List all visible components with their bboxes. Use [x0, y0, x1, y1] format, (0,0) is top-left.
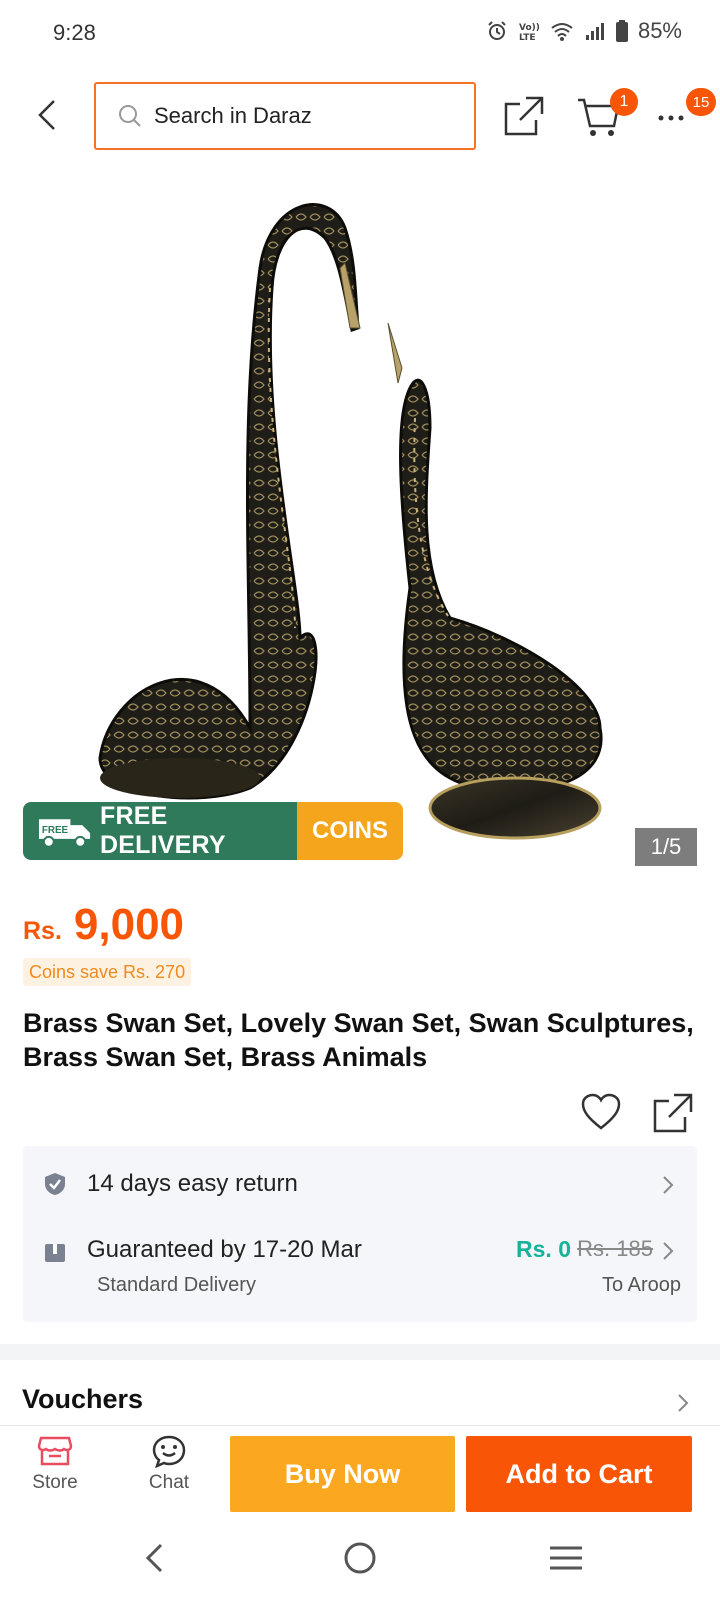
coins-section: COINS [297, 802, 403, 860]
cart-count-badge: 1 [610, 88, 638, 116]
wishlist-button[interactable] [580, 1092, 622, 1132]
delivery-destination: To Aroop [602, 1274, 681, 1296]
share-button[interactable] [502, 94, 546, 138]
free-badge-text: FREE [42, 825, 69, 836]
price-currency: Rs. [23, 917, 62, 945]
product-share-button[interactable] [652, 1092, 694, 1134]
chat-label: Chat [148, 1472, 190, 1493]
nav-home-icon [344, 1542, 376, 1574]
battery-icon [615, 20, 628, 42]
return-policy-row[interactable]: 14 days easy return [23, 1146, 697, 1226]
alarm-icon [486, 20, 508, 42]
product-image[interactable] [0, 168, 720, 868]
free-delivery-banner: FREE FREE DELIVERY COINS [23, 802, 403, 860]
vouchers-title[interactable]: Vouchers [22, 1384, 143, 1415]
status-icons: Vo)) LTE 85% [486, 18, 682, 44]
store-icon [37, 1436, 73, 1466]
nav-recents-button[interactable] [544, 1536, 588, 1580]
delivery-price: Rs. 0 [516, 1236, 571, 1262]
delivery-old-price: Rs. 185 [577, 1236, 653, 1261]
more-count-badge: 15 [686, 88, 716, 116]
section-divider [0, 1344, 720, 1360]
search-icon [119, 105, 141, 127]
chevron-right-icon [663, 1176, 674, 1194]
delivery-guarantee-text: Guaranteed by 17-20 Mar [87, 1236, 362, 1263]
bottom-action-bar: Store Chat Buy Now Add to Cart [0, 1425, 720, 1515]
chevron-left-icon [38, 100, 55, 130]
package-icon [45, 1244, 65, 1262]
price-row: Rs. 9,000 [23, 900, 184, 950]
delivery-type-text: Standard Delivery [97, 1274, 256, 1296]
store-button[interactable]: Store [10, 1434, 100, 1510]
share-icon [653, 1093, 693, 1133]
image-counter: 1/5 [635, 828, 697, 866]
chevron-right-icon [663, 1242, 674, 1260]
swan-sculpture-image [98, 203, 603, 840]
delivery-row[interactable]: Guaranteed by 17-20 Mar Standard Deliver… [23, 1226, 697, 1322]
service-panel: 14 days easy return Guaranteed by 17-20 … [23, 1146, 697, 1322]
nav-home-button[interactable] [338, 1536, 382, 1580]
shield-check-icon [45, 1173, 65, 1195]
wifi-icon [550, 20, 574, 42]
volte-icon: Vo)) LTE [518, 20, 540, 42]
search-input[interactable]: Search in Daraz [94, 82, 476, 150]
delivery-truck-icon: FREE [38, 819, 91, 848]
chat-button[interactable]: Chat [124, 1434, 214, 1510]
nav-menu-icon [550, 1546, 582, 1570]
return-text: 14 days easy return [87, 1170, 298, 1197]
share-icon [504, 96, 544, 136]
svg-text:LTE: LTE [519, 33, 536, 42]
store-label: Store [32, 1472, 78, 1493]
system-nav-bar [0, 1516, 720, 1600]
buy-now-button[interactable]: Buy Now [230, 1436, 455, 1512]
svg-text:Vo)): Vo)) [519, 23, 540, 33]
chat-icon [152, 1435, 186, 1468]
price-value: 9,000 [73, 900, 185, 949]
header: Search in Daraz 1 15 [0, 80, 720, 150]
free-delivery-section: FREE FREE DELIVERY [23, 802, 297, 860]
back-button[interactable] [26, 94, 68, 136]
status-time: 9:28 [53, 20, 96, 45]
coins-save-badge: Coins save Rs. 270 [23, 958, 192, 986]
battery-percent: 85% [637, 18, 682, 43]
search-placeholder: Search in Daraz [154, 103, 312, 128]
chevron-right-icon[interactable] [676, 1392, 690, 1414]
add-to-cart-button[interactable]: Add to Cart [466, 1436, 692, 1512]
status-bar: 9:28 Vo)) LTE 85% [0, 0, 720, 66]
heart-icon [581, 1093, 621, 1130]
nav-back-icon [145, 1543, 163, 1573]
signal-icon [584, 20, 606, 42]
free-delivery-text: FREE DELIVERY [100, 802, 226, 859]
product-title: Brass Swan Set, Lovely Swan Set, Swan Sc… [23, 1008, 694, 1072]
nav-back-button[interactable] [132, 1536, 176, 1580]
